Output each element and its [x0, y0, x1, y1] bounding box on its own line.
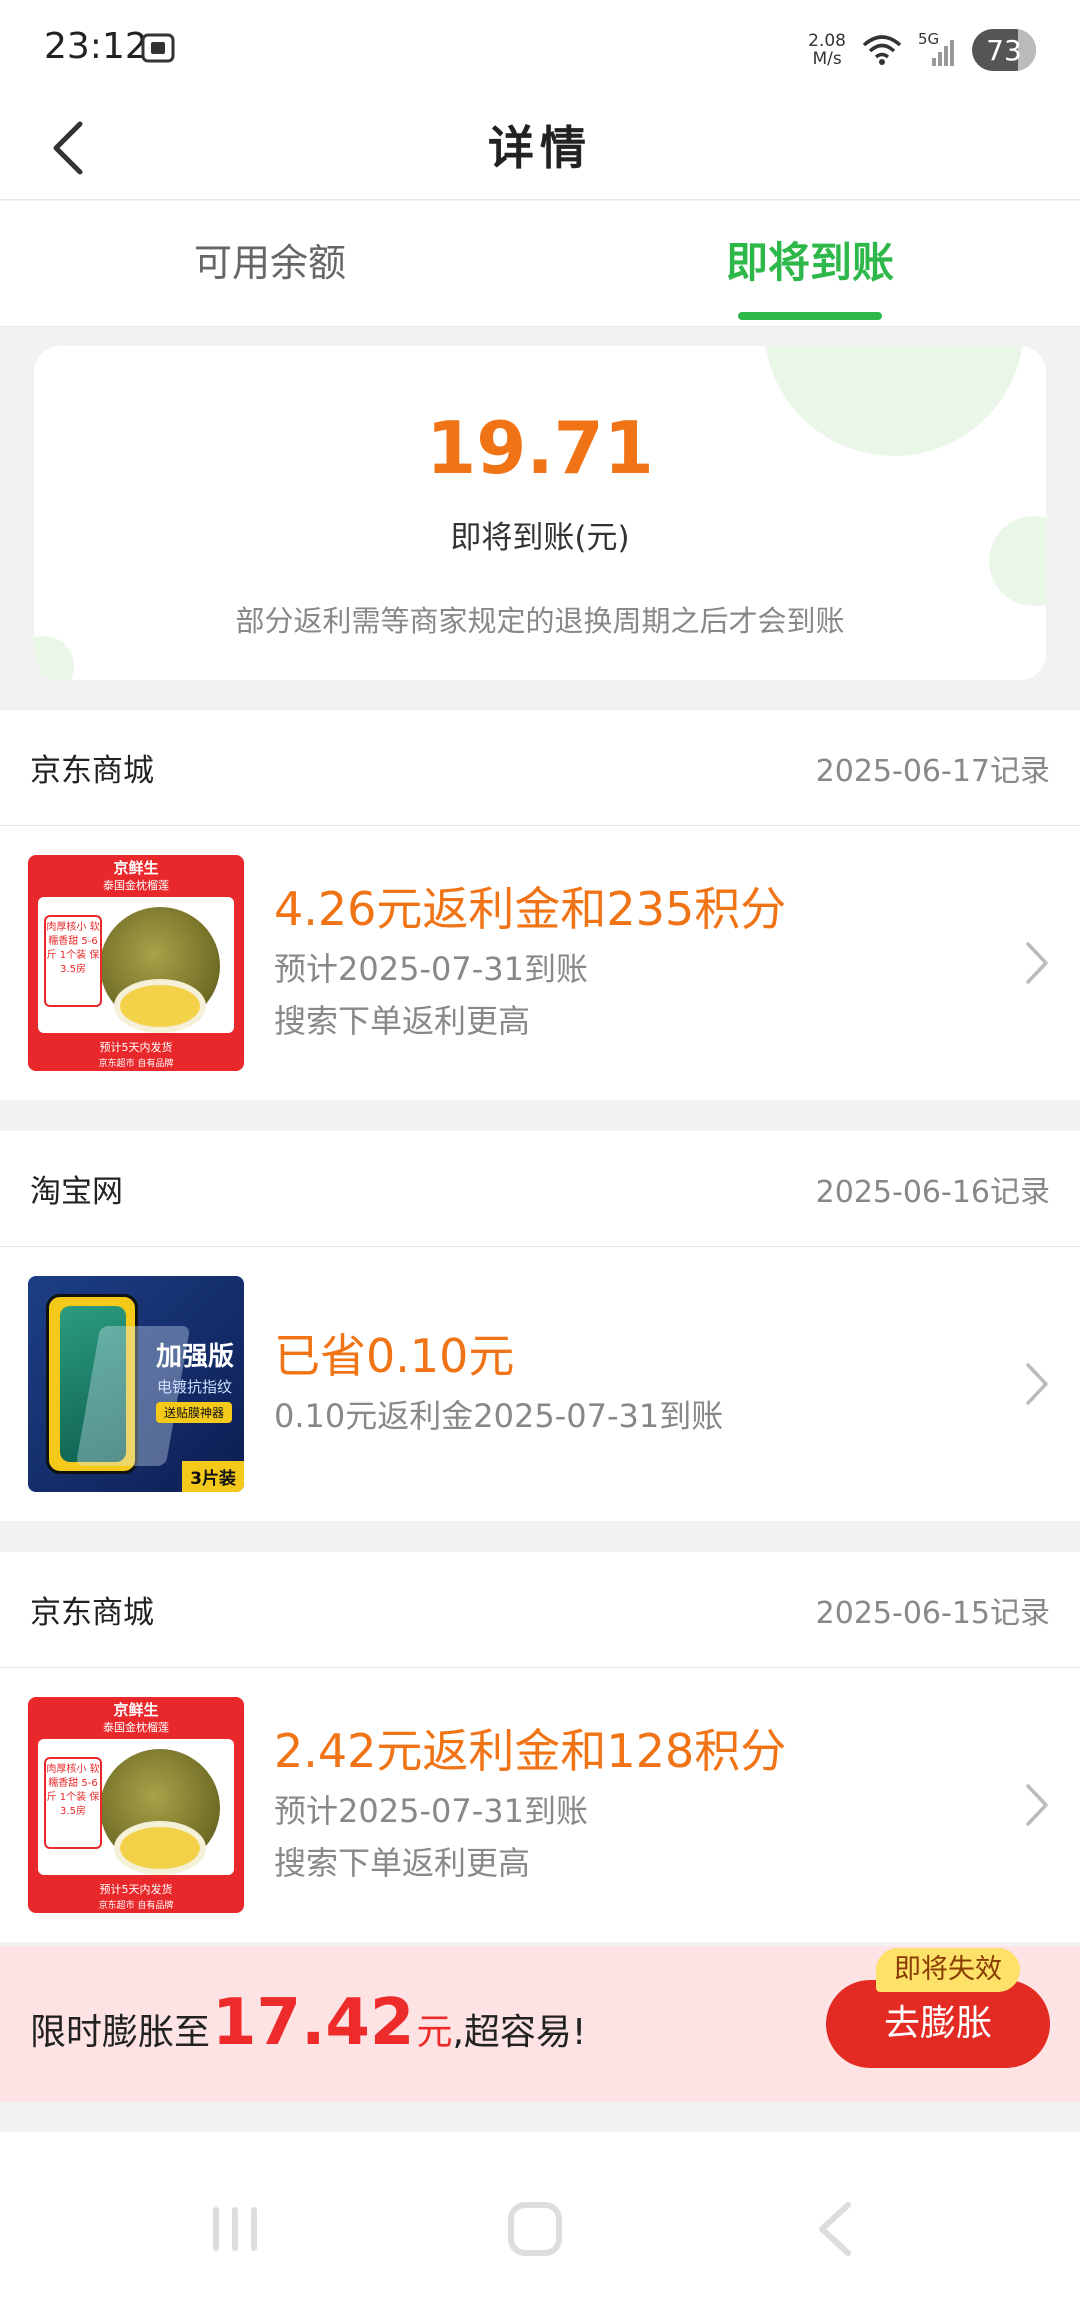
rebate-amount: 4.26元返利金和235积分 — [274, 882, 787, 936]
page-title: 详情 — [488, 121, 592, 175]
promo-amount: 17.42 — [212, 1986, 415, 2060]
home-icon — [508, 2202, 562, 2256]
back-triangle-icon — [819, 2202, 851, 2256]
rebate-tip: 搜索下单返利更高 — [274, 1844, 531, 1882]
record-date: 2025-06-15记录 — [815, 1595, 1050, 1631]
record-item[interactable]: 京鲜生 泰国金枕榴莲 肉厚核小 软糯香甜 5-6斤 1个装 保3.5房 预计5天… — [0, 1668, 1080, 1942]
arrival-date: 0.10元返利金2025-07-31到账 — [274, 1397, 724, 1435]
arrival-date: 预计2025-07-31到账 — [274, 1792, 588, 1830]
inflate-promo-banner: 限时膨胀至 17.42 元 ,超容易! 去膨胀 即将失效 — [0, 1946, 1080, 2102]
record-info: 2.42元返利金和128积分 预计2025-07-31到账 搜索下单返利更高 — [274, 1721, 786, 1889]
record-section: 京东商城 2025-06-15记录 京鲜生 泰国金枕榴莲 肉厚核小 软糯香甜 5… — [0, 1552, 1080, 1942]
active-tab-indicator — [738, 312, 882, 320]
chevron-right-icon — [1026, 1784, 1048, 1826]
wifi-icon — [862, 35, 902, 65]
rebate-tip: 搜索下单返利更高 — [274, 1002, 531, 1040]
screenshot-icon — [141, 33, 175, 63]
battery-indicator: 73 — [972, 29, 1036, 71]
record-date: 2025-06-16记录 — [815, 1174, 1050, 1210]
store-name: 淘宝网 — [30, 1174, 123, 1210]
chevron-right-icon — [1026, 942, 1048, 984]
arrival-date: 预计2025-07-31到账 — [274, 950, 588, 988]
record-item[interactable]: 京鲜生 泰国金枕榴莲 肉厚核小 软糯香甜 5-6斤 1个装 保3.5房 预计5天… — [0, 826, 1080, 1100]
record-date: 2025-06-17记录 — [815, 753, 1050, 789]
pending-label: 即将到账(元) — [450, 520, 630, 556]
record-header: 淘宝网 2025-06-16记录 — [0, 1131, 1080, 1247]
record-item[interactable]: 加强版 电镀抗指纹 送贴膜神器 3片装 已省0.10元 0.10元返利金2025… — [0, 1247, 1080, 1521]
signal-icon — [932, 40, 954, 66]
product-thumbnail: 京鲜生 泰国金枕榴莲 肉厚核小 软糯香甜 5-6斤 1个装 保3.5房 预计5天… — [28, 1697, 244, 1913]
rebate-amount: 已省0.10元 — [274, 1329, 515, 1383]
chevron-right-icon — [1026, 1363, 1048, 1405]
system-nav-bar — [0, 2132, 1080, 2316]
status-bar: 23:12 2.08 M/s 5G 73 — [0, 0, 1080, 96]
record-header: 京东商城 2025-06-15记录 — [0, 1552, 1080, 1668]
record-section: 京东商城 2025-06-17记录 京鲜生 泰国金枕榴莲 肉厚核小 软糯香甜 5… — [0, 710, 1080, 1100]
status-indicators: 2.08 M/s 5G 73 — [808, 28, 1036, 72]
product-thumbnail: 京鲜生 泰国金枕榴莲 肉厚核小 软糯香甜 5-6斤 1个装 保3.5房 预计5天… — [28, 855, 244, 1071]
tab-available-balance[interactable]: 可用余额 — [0, 201, 540, 326]
expiring-badge: 即将失效 — [876, 1948, 1020, 1992]
home-button[interactable] — [500, 2194, 570, 2264]
pending-note: 部分返利需等商家规定的退换周期之后才会到账 — [235, 604, 845, 638]
decor-circle — [34, 636, 74, 680]
tab-bar: 可用余额 即将到账 — [0, 201, 1080, 327]
network-speed: 2.08 M/s — [808, 31, 846, 69]
record-section: 淘宝网 2025-06-16记录 加强版 电镀抗指纹 送贴膜神器 3片装 已省0… — [0, 1131, 1080, 1521]
top-header: 详情 — [0, 96, 1080, 200]
recent-apps-icon — [213, 2207, 257, 2251]
product-thumbnail: 加强版 电镀抗指纹 送贴膜神器 3片装 — [28, 1276, 244, 1492]
pending-summary-card: 19.71 即将到账(元) 部分返利需等商家规定的退换周期之后才会到账 — [34, 346, 1046, 680]
record-info: 4.26元返利金和235积分 预计2025-07-31到账 搜索下单返利更高 — [274, 879, 786, 1047]
signal-indicator: 5G — [918, 30, 958, 70]
rebate-amount: 2.42元返利金和128积分 — [274, 1724, 787, 1778]
store-name: 京东商城 — [30, 1595, 154, 1631]
tab-pending-arrival[interactable]: 即将到账 — [540, 201, 1080, 326]
pending-amount: 19.71 — [426, 406, 654, 490]
status-time: 23:12 — [44, 26, 148, 67]
record-header: 京东商城 2025-06-17记录 — [0, 710, 1080, 826]
promo-text: 限时膨胀至 17.42 元 ,超容易! — [30, 1986, 587, 2060]
store-name: 京东商城 — [30, 753, 154, 789]
recent-apps-button[interactable] — [200, 2194, 270, 2264]
inflate-button[interactable]: 去膨胀 — [826, 1980, 1050, 2068]
record-info: 已省0.10元 0.10元返利金2025-07-31到账 — [274, 1326, 723, 1442]
back-nav-button[interactable] — [800, 2194, 870, 2264]
